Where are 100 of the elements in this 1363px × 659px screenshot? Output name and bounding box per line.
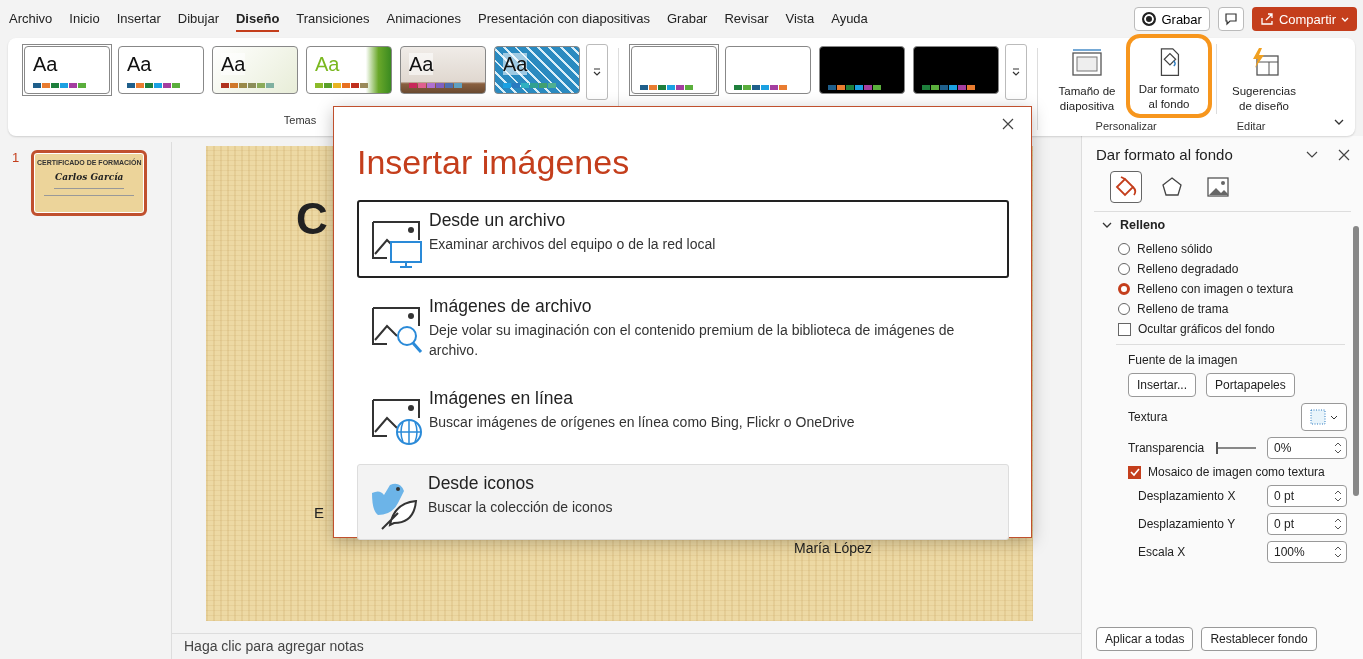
color-swatches — [221, 83, 274, 88]
close-icon[interactable] — [1001, 117, 1015, 131]
comment-icon — [1223, 12, 1238, 26]
share-button[interactable]: Compartir — [1251, 7, 1357, 31]
field-label: Desplazamiento X — [1138, 489, 1236, 503]
ribbon-tab[interactable]: Archivo — [9, 6, 53, 32]
ribbon-tab[interactable]: Ayuda — [831, 6, 868, 32]
field-label: Fuente de la imagen — [1128, 353, 1239, 367]
theme-thumbnail[interactable]: Aa — [116, 44, 206, 96]
variant-thumbnail[interactable] — [817, 44, 907, 96]
spinner-arrows-icon[interactable] — [1334, 517, 1342, 531]
pane-title: Dar formato al fondo — [1096, 146, 1234, 163]
option-title: Imágenes en línea — [429, 388, 574, 410]
color-swatches — [409, 83, 462, 88]
spin-field[interactable]: 0 pt — [1267, 485, 1347, 507]
variant-thumbnail[interactable] — [723, 44, 813, 96]
field-label: Escala X — [1138, 545, 1186, 559]
spin-field[interactable]: 100% — [1267, 541, 1347, 563]
group-label: Temas — [283, 114, 317, 126]
ribbon-command[interactable]: Tamaño de diapositiva — [1048, 44, 1126, 116]
texture-dropdown[interactable] — [1301, 403, 1347, 431]
pentagon-icon[interactable] — [1160, 175, 1184, 199]
pane-button[interactable]: Restablecer fondo — [1201, 627, 1317, 651]
checkmark-icon — [1129, 467, 1140, 477]
radio-button[interactable] — [1118, 263, 1130, 275]
ribbon-tab[interactable]: Grabar — [667, 6, 708, 32]
pane-button[interactable]: Portapapeles — [1206, 373, 1295, 397]
theme-thumbnail[interactable]: Aa — [210, 44, 300, 96]
option-label: Relleno con imagen o textura — [1137, 282, 1294, 296]
texture-icon — [1310, 409, 1326, 425]
option-title: Desde iconos — [428, 473, 536, 495]
ribbon-tab[interactable]: Inicio — [69, 6, 100, 32]
share-icon — [1259, 12, 1274, 26]
ribbon-tab[interactable]: Animaciones — [386, 6, 461, 32]
option-label: Relleno de trama — [1137, 302, 1229, 316]
close-icon[interactable] — [1337, 147, 1351, 162]
option-description: Examinar archivos del equipo o de la red local — [429, 235, 716, 254]
variant-thumbnail[interactable] — [629, 44, 719, 96]
ribbon-tab[interactable]: Diseño — [236, 6, 280, 32]
radio-button[interactable] — [1118, 243, 1130, 255]
record-icon — [1142, 12, 1157, 26]
theme-sample-text: Aa — [409, 53, 434, 75]
comments-button[interactable] — [1217, 7, 1244, 31]
record-button[interactable]: Grabar — [1134, 7, 1210, 31]
theme-thumbnail[interactable]: Aa — [22, 44, 112, 96]
ribbon-tab[interactable]: Dibujar — [177, 6, 219, 32]
dialog-option[interactable]: Imágenes en línea Buscar imágenes de orígenes en línea como Bing, Flickr o OneDrive — [357, 378, 1009, 457]
color-swatches — [127, 83, 180, 88]
group-label: Personalizar — [1095, 120, 1157, 132]
ribbon-tab[interactable]: Insertar — [116, 6, 161, 32]
ribbon-tab[interactable]: Vista — [785, 6, 815, 32]
chevron-icon — [1102, 220, 1112, 230]
slide-number: 1 — [12, 150, 20, 165]
image-icon[interactable] — [1206, 175, 1230, 199]
dialog-option[interactable]: Imágenes de archivo Deje volar su imaginación con el contenido premium de la biblioteca de imágenes de archivo. — [357, 286, 1009, 371]
ribbon-tab[interactable]: Revisar — [724, 6, 769, 32]
checkbox-label: Mosaico de imagen como textura — [1148, 465, 1325, 479]
ribbon-command[interactable]: Sugerencias de diseño — [1225, 44, 1303, 116]
pane-button[interactable]: Aplicar a todas — [1096, 627, 1194, 651]
radio-button[interactable] — [1118, 283, 1130, 295]
radio-button[interactable] — [1118, 303, 1130, 315]
color-swatches — [33, 83, 86, 88]
pane-button[interactable]: Insertar... — [1128, 373, 1197, 397]
ribbon-command[interactable]: Dar formato al fondo — [1130, 38, 1208, 114]
spinner-arrows-icon[interactable] — [1334, 441, 1342, 455]
color-swatches — [315, 83, 368, 88]
notes-field[interactable]: Haga clic para agregar notas — [172, 633, 1081, 659]
field-label: Transparencia — [1128, 441, 1205, 455]
spinner-arrows-icon[interactable] — [1334, 489, 1342, 503]
spinner-arrows-icon[interactable] — [1334, 545, 1342, 559]
option-description: Buscar la colección de iconos — [428, 498, 613, 518]
expand-gallery-icon — [592, 67, 602, 77]
section-header[interactable]: Relleno — [1102, 218, 1349, 232]
option-label: Relleno degradado — [1137, 262, 1239, 276]
field-label: Textura — [1128, 410, 1168, 424]
color-swatches — [828, 85, 881, 90]
option-label: Relleno sólido — [1137, 242, 1213, 256]
ribbon-tab[interactable]: Presentación con diapositivas — [478, 6, 650, 32]
ribbon-tab[interactable]: Transiciones — [296, 6, 370, 32]
dialog-option[interactable]: Desde iconos Buscar la colección de iconos — [357, 464, 1009, 541]
color-swatches — [734, 85, 787, 90]
caret-icon — [1330, 413, 1338, 421]
option-description: Buscar imágenes de orígenes en línea como Bing, Flickr o OneDrive — [429, 413, 855, 433]
theme-sample-text: Aa — [221, 53, 246, 75]
dialog-option[interactable]: Desde un archivo Examinar archivos del equipo o de la red local — [357, 200, 1009, 278]
option-title: Desde un archivo — [429, 210, 567, 231]
thumbnail-name: Carlos García — [55, 172, 124, 182]
theme-thumbnail[interactable]: Aa — [398, 44, 488, 96]
spin-field[interactable]: 0% — [1267, 437, 1347, 459]
spin-field[interactable]: 0 pt — [1267, 513, 1347, 535]
checkbox[interactable] — [1128, 465, 1141, 479]
slide-body-text: E — [314, 504, 324, 521]
option-title: Imágenes de archivo — [429, 296, 593, 317]
option-description: Deje volar su imaginación con el contenido premium de la biblioteca de imágenes de archivo. — [429, 321, 956, 360]
expand-gallery-icon — [1011, 67, 1021, 77]
variant-thumbnail[interactable] — [911, 44, 1001, 96]
color-swatches — [922, 85, 975, 90]
checkbox[interactable] — [1118, 322, 1131, 336]
field-label: Desplazamiento Y — [1138, 517, 1236, 531]
checkbox-label: Ocultar gráficos del fondo — [1138, 322, 1275, 336]
